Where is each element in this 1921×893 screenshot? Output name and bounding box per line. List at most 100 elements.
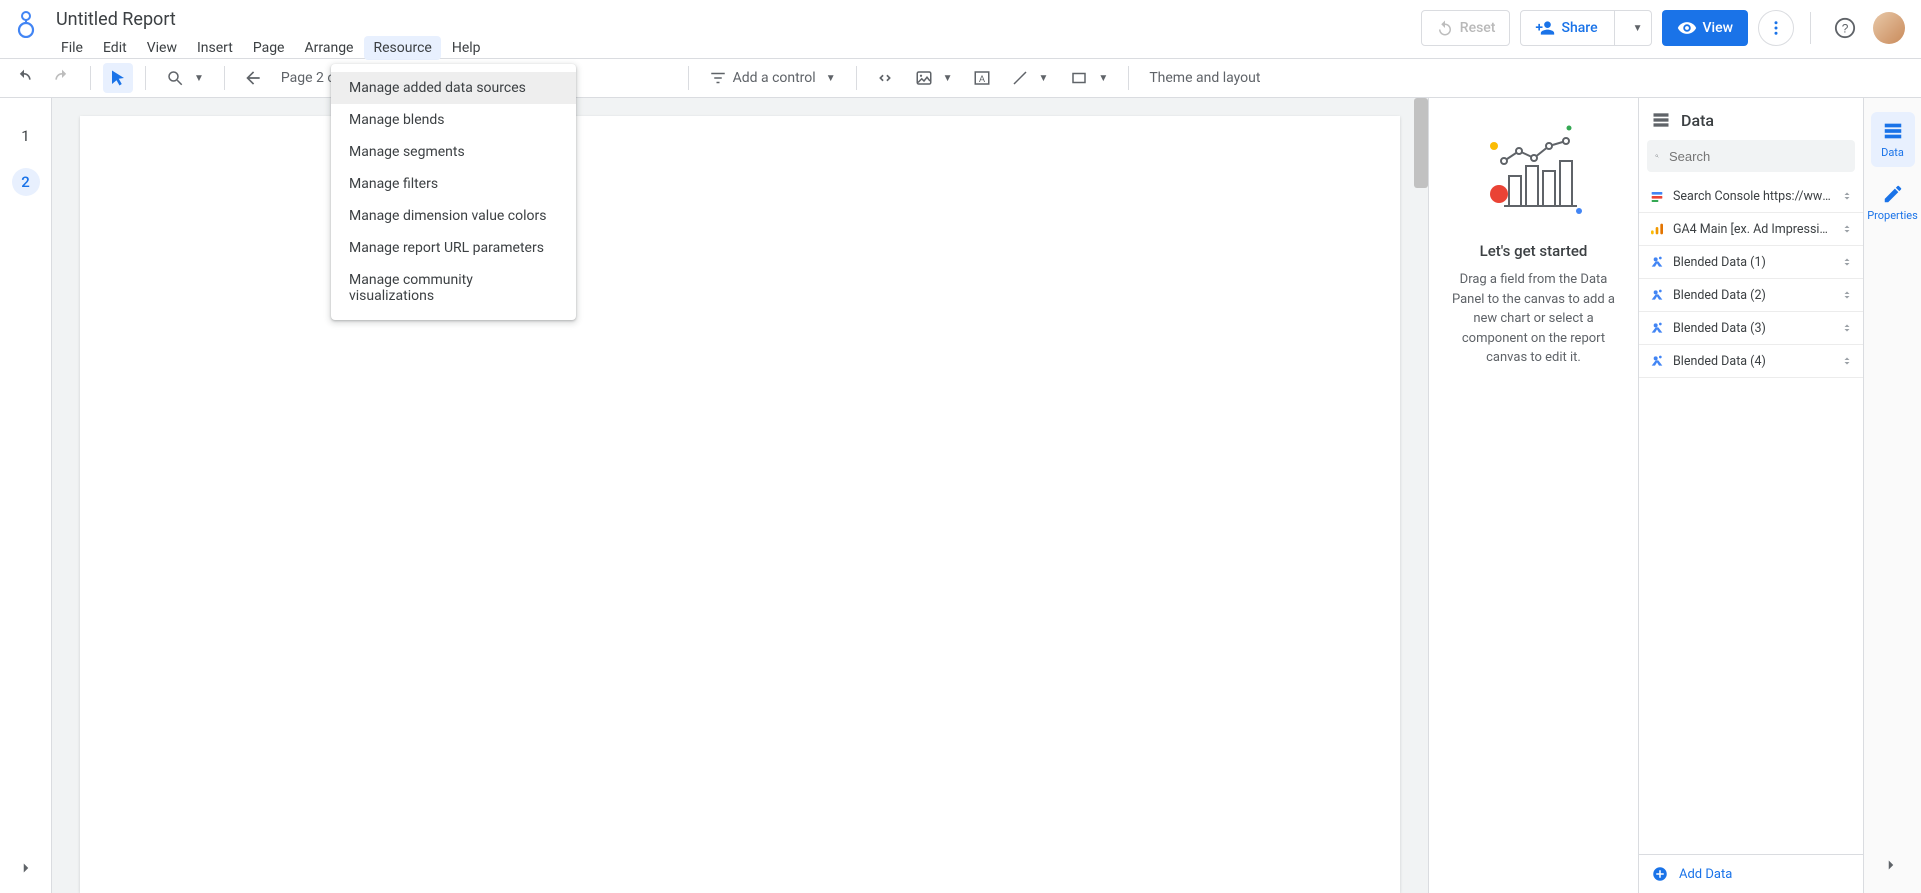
zoom-tool[interactable]: ▼ <box>158 63 212 93</box>
resource-menu-item[interactable]: Manage report URL parameters <box>331 232 576 264</box>
resource-menu-item[interactable]: Manage added data sources <box>331 72 576 104</box>
search-icon <box>1655 148 1659 164</box>
data-source-list: Search Console https://www.search… GA4 Ma… <box>1639 180 1863 854</box>
line-icon <box>1011 69 1029 87</box>
filter-icon <box>709 69 727 87</box>
rail-tab-data[interactable]: Data <box>1871 112 1915 167</box>
expand-pages-button[interactable] <box>11 853 41 883</box>
menu-resource[interactable]: Resource <box>364 36 440 60</box>
menu-arrange[interactable]: Arrange <box>296 36 363 60</box>
data-source-item[interactable]: GA4 Main [ex. Ad Impressions] <box>1639 213 1863 246</box>
share-label: Share <box>1561 20 1597 36</box>
getting-started-description: Drag a field from the Data Panel to the … <box>1443 270 1624 368</box>
more-options-button[interactable] <box>1758 10 1794 46</box>
menu-file[interactable]: File <box>52 36 92 60</box>
data-source-name: GA4 Main [ex. Ad Impressions] <box>1673 222 1833 237</box>
unfold-icon[interactable] <box>1841 354 1853 368</box>
canvas-area[interactable] <box>52 98 1428 893</box>
datasource-icon <box>1649 287 1665 303</box>
menu-help[interactable]: Help <box>443 36 490 60</box>
add-control-button[interactable]: Add a control ▼ <box>701 63 844 93</box>
caret-down-icon[interactable]: ▼ <box>1633 23 1643 34</box>
data-panel-title: Data <box>1681 111 1714 130</box>
code-icon <box>875 68 895 88</box>
more-vert-icon <box>1767 19 1785 37</box>
data-search[interactable] <box>1647 140 1855 172</box>
data-panel-header: Data <box>1639 98 1863 140</box>
right-rail: Data Properties <box>1863 98 1921 893</box>
prev-page-button[interactable] <box>237 63 269 93</box>
separator <box>145 66 146 90</box>
separator <box>856 66 857 90</box>
caret-down-icon: ▼ <box>826 73 836 84</box>
add-circle-icon <box>1651 865 1669 883</box>
datasource-icon <box>1649 353 1665 369</box>
rail-tab-properties[interactable]: Properties <box>1871 175 1915 230</box>
chevron-right-icon <box>17 859 35 877</box>
unfold-icon[interactable] <box>1841 189 1853 203</box>
redo-icon <box>52 68 72 88</box>
menu-insert[interactable]: Insert <box>188 36 242 60</box>
unfold-icon[interactable] <box>1841 288 1853 302</box>
image-tool[interactable]: ▼ <box>907 63 961 93</box>
menu-page[interactable]: Page <box>244 36 294 60</box>
image-icon <box>915 69 933 87</box>
looker-studio-logo[interactable] <box>12 10 40 38</box>
table-icon <box>1882 120 1904 142</box>
caret-down-icon: ▼ <box>1098 73 1108 84</box>
data-source-item[interactable]: Blended Data (3) <box>1639 312 1863 345</box>
resource-menu-item[interactable]: Manage dimension value colors <box>331 200 576 232</box>
text-tool[interactable]: A <box>967 63 997 93</box>
report-canvas[interactable] <box>80 116 1400 893</box>
data-source-item[interactable]: Blended Data (2) <box>1639 279 1863 312</box>
getting-started-title: Let's get started <box>1480 242 1588 260</box>
rail-tab-label: Properties <box>1867 209 1918 222</box>
caret-down-icon: ▼ <box>1039 73 1049 84</box>
shape-tool[interactable]: ▼ <box>1062 63 1116 93</box>
add-data-button[interactable]: Add Data <box>1639 854 1863 893</box>
share-button[interactable]: Share ▼ <box>1520 10 1651 46</box>
embed-button[interactable] <box>869 63 901 93</box>
data-source-item[interactable]: Blended Data (4) <box>1639 345 1863 378</box>
menu-edit[interactable]: Edit <box>94 36 136 60</box>
unfold-icon[interactable] <box>1841 255 1853 269</box>
data-table-icon <box>1651 110 1671 130</box>
resource-menu-item[interactable]: Manage blends <box>331 104 576 136</box>
menubar: FileEditViewInsertPageArrangeResourceHel… <box>52 36 490 60</box>
data-source-name: Blended Data (4) <box>1673 354 1833 369</box>
line-tool[interactable]: ▼ <box>1003 63 1057 93</box>
collapse-rail-button[interactable] <box>1875 849 1907 881</box>
redo-button[interactable] <box>46 63 78 93</box>
resource-menu-item[interactable]: Manage community visualizations <box>331 264 576 312</box>
caret-down-icon: ▼ <box>943 73 953 84</box>
separator <box>688 66 689 90</box>
reset-label: Reset <box>1460 20 1496 36</box>
view-button[interactable]: View <box>1662 10 1749 46</box>
account-avatar[interactable] <box>1873 12 1905 44</box>
page-thumb[interactable]: 2 <box>12 168 40 196</box>
resource-menu-item[interactable]: Manage segments <box>331 136 576 168</box>
header-right: Reset Share ▼ View ? <box>1421 6 1905 46</box>
data-source-item[interactable]: Blended Data (1) <box>1639 246 1863 279</box>
pages-rail: 12 <box>0 98 52 893</box>
chart-illustration-icon <box>1474 116 1594 226</box>
data-search-input[interactable] <box>1667 148 1847 165</box>
theme-layout-label: Theme and layout <box>1149 70 1260 86</box>
rail-tab-label: Data <box>1881 146 1904 159</box>
select-tool[interactable] <box>103 63 133 93</box>
scrollbar-thumb[interactable] <box>1414 98 1428 188</box>
data-source-item[interactable]: Search Console https://www.search… <box>1639 180 1863 213</box>
theme-layout-button[interactable]: Theme and layout <box>1141 63 1268 93</box>
resource-menu-dropdown: Manage added data sourcesManage blendsMa… <box>331 64 576 320</box>
resource-menu-item[interactable]: Manage filters <box>331 168 576 200</box>
reset-button[interactable]: Reset <box>1421 10 1511 46</box>
eye-icon <box>1677 18 1697 38</box>
menu-view[interactable]: View <box>138 36 186 60</box>
help-button[interactable]: ? <box>1827 10 1863 46</box>
unfold-icon[interactable] <box>1841 222 1853 236</box>
unfold-icon[interactable] <box>1841 321 1853 335</box>
person-add-icon <box>1535 18 1555 38</box>
page-thumb[interactable]: 1 <box>12 122 40 150</box>
undo-button[interactable] <box>8 63 40 93</box>
document-title[interactable]: Untitled Report <box>52 6 490 34</box>
